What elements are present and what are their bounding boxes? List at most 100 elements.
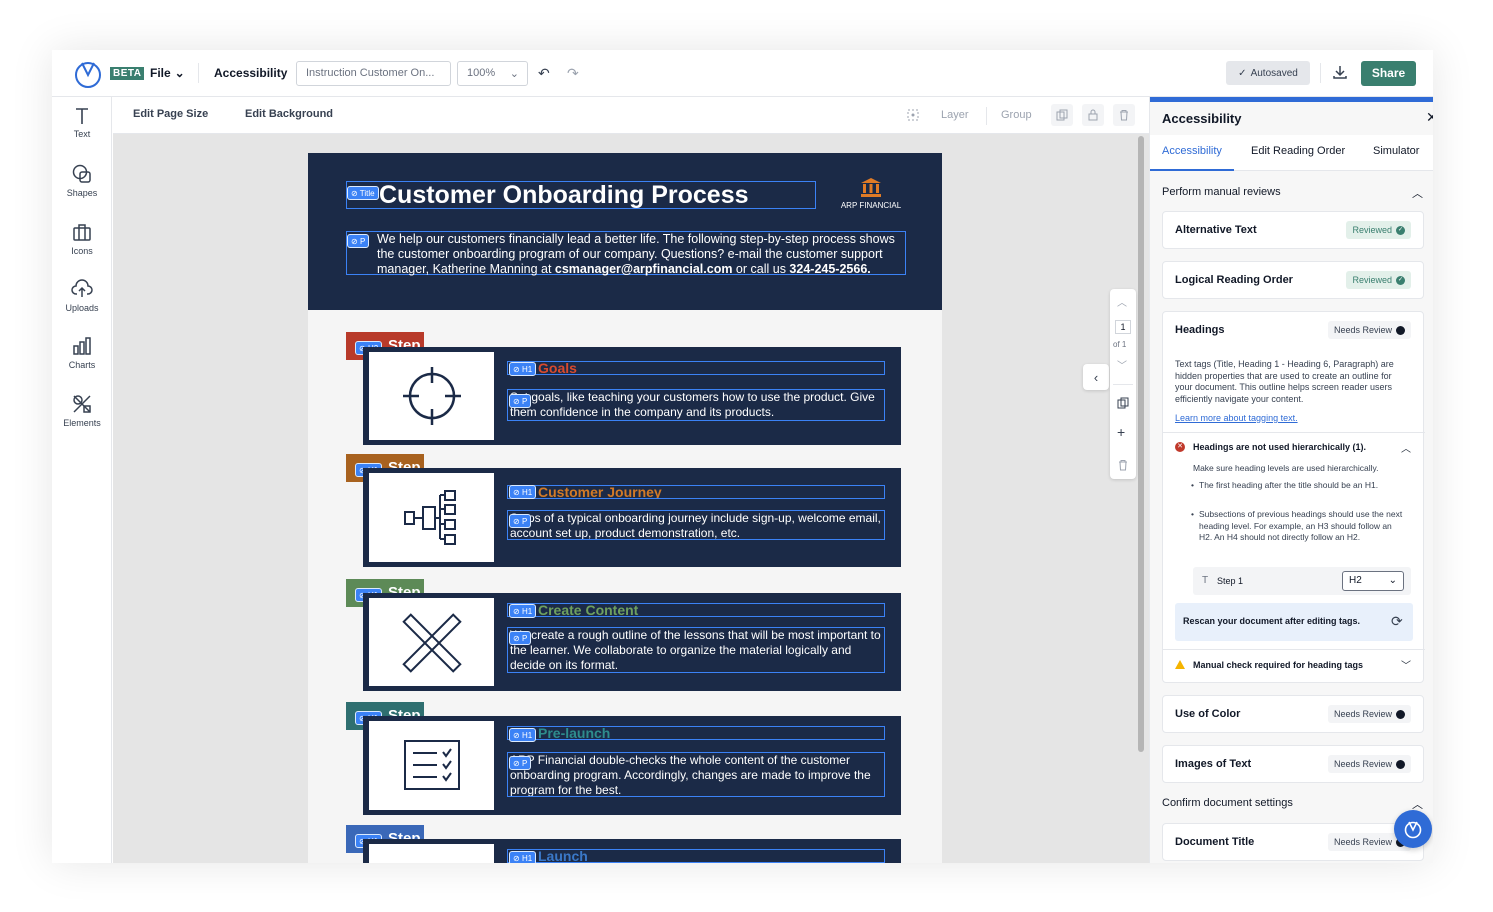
step-heading[interactable]: Create Content [507, 603, 885, 617]
heading-rule-2: Subsections of previous headings should … [1191, 509, 1407, 544]
tab-accessibility[interactable]: Accessibility [1162, 145, 1222, 157]
step-card: Customer Journey Steps of a typical onbo… [363, 468, 901, 567]
canvas-scrollbar[interactable] [1138, 136, 1144, 752]
add-page-icon[interactable]: + [1117, 424, 1125, 440]
layer-button[interactable]: Layer [941, 109, 969, 121]
step-text[interactable]: Set goals, like teaching your customers … [507, 389, 885, 421]
chevron-up-icon[interactable]: ︿ [1412, 185, 1423, 201]
accessibility-menu[interactable]: Accessibility [214, 66, 287, 80]
step-text[interactable]: We create a rough outline of the lessons… [507, 627, 885, 673]
download-icon[interactable] [1332, 64, 1348, 80]
step-image[interactable] [369, 721, 494, 810]
step-image[interactable] [369, 598, 494, 686]
trash-icon[interactable] [1113, 104, 1135, 126]
heading-tag[interactable]: ⊘ H1 [509, 485, 537, 499]
document-intro[interactable]: We help our customers financially lead a… [346, 231, 906, 276]
collapse-panel-button[interactable]: ‹ [1083, 364, 1109, 390]
document-title[interactable]: Customer Onboarding Process [346, 181, 816, 209]
document-name-input[interactable]: Instruction Customer On... [296, 61, 451, 86]
step-heading[interactable]: Launch [507, 849, 885, 863]
share-button[interactable]: Share [1361, 61, 1416, 86]
duplicate-icon[interactable] [1051, 104, 1073, 126]
redo-icon[interactable]: ↷ [567, 65, 579, 82]
ruler-pencil-icon [401, 613, 462, 673]
active-tab-indicator [1150, 169, 1234, 171]
heading-warning-title[interactable]: Manual check required for heading tags [1193, 660, 1363, 670]
tab-edit-reading-order[interactable]: Edit Reading Order [1251, 145, 1345, 157]
step-image[interactable] [369, 352, 494, 440]
document-page[interactable]: Customer Onboarding Process ⊘ Title We h… [308, 153, 942, 863]
card-title: Use of Color [1175, 708, 1241, 720]
paragraph-tag[interactable]: ⊘ P [509, 394, 532, 408]
document-title-card[interactable]: Document Title Needs Review [1162, 823, 1424, 861]
paragraph-tag[interactable]: ⊘ P [509, 514, 532, 528]
chevron-down-icon: ⌄ [174, 66, 185, 80]
confirm-settings-section[interactable]: Confirm document settings [1162, 797, 1293, 809]
edit-background-button[interactable]: Edit Background [245, 108, 333, 120]
duplicate-page-icon[interactable] [1117, 397, 1129, 409]
zoom-select[interactable]: 100% ⌄ [457, 61, 528, 86]
status-label: Reviewed [1352, 275, 1392, 285]
learn-more-link[interactable]: Learn more about tagging text. [1175, 413, 1298, 423]
file-menu[interactable]: File ⌄ [150, 66, 185, 80]
heading-level-value: H2 [1349, 575, 1362, 586]
select-area-icon[interactable] [902, 104, 924, 126]
tool-charts[interactable]: Charts [52, 335, 112, 370]
heading-level-select[interactable]: H2 ⌄ [1342, 571, 1404, 591]
step-image[interactable] [369, 844, 494, 863]
heading-tag-row: T Step 1 H2 ⌄ [1193, 567, 1411, 595]
images-of-text-card[interactable]: Images of Text Needs Review [1162, 745, 1424, 783]
step-image[interactable] [369, 473, 494, 562]
status-label: Reviewed [1352, 225, 1392, 235]
heading-error-title[interactable]: Headings are not used hierarchically (1)… [1193, 442, 1366, 452]
chevron-up-icon[interactable]: ︿ [1401, 440, 1411, 455]
group-button[interactable]: Group [1001, 109, 1032, 121]
manual-reviews-section[interactable]: Perform manual reviews [1162, 186, 1281, 198]
tool-elements[interactable]: Elements [52, 393, 112, 428]
lock-icon[interactable] [1082, 104, 1104, 126]
help-fab-button[interactable] [1394, 810, 1432, 848]
status-label: Needs Review [1333, 837, 1392, 847]
upload-icon [71, 279, 93, 297]
delete-page-icon[interactable] [1117, 459, 1129, 471]
paragraph-tag[interactable]: ⊘ P [347, 234, 370, 248]
heading-tag[interactable]: ⊘ H1 [509, 851, 537, 863]
tool-text[interactable]: Text [52, 106, 112, 139]
tool-label: Shapes [66, 188, 98, 198]
title-tag[interactable]: ⊘ Title [347, 186, 379, 200]
heading-tag[interactable]: ⊘ H1 [509, 728, 537, 742]
undo-icon[interactable]: ↶ [538, 65, 550, 82]
tool-icons[interactable]: Icons [52, 221, 112, 256]
app-logo-icon[interactable] [74, 60, 102, 88]
refresh-icon[interactable]: ⟳ [1391, 613, 1403, 630]
close-icon[interactable]: ✕ [1426, 109, 1433, 126]
step-text[interactable]: Steps of a typical onboarding journey in… [507, 510, 885, 540]
brand-name: ARP FINANCIAL [840, 201, 902, 210]
page-number[interactable]: 1 [1115, 320, 1131, 334]
step-heading[interactable]: Customer Journey [507, 485, 885, 499]
paragraph-tag[interactable]: ⊘ P [509, 756, 532, 770]
tool-shapes[interactable]: Shapes [52, 163, 112, 198]
card-title[interactable]: Headings [1175, 324, 1225, 336]
step-heading[interactable]: Goals [507, 361, 885, 375]
divider [198, 63, 199, 83]
canvas-area[interactable]: Customer Onboarding Process ⊘ Title We h… [113, 134, 1149, 863]
reading-order-card[interactable]: Logical Reading Order Reviewed ✓ [1162, 261, 1424, 299]
use-of-color-card[interactable]: Use of Color Needs Review [1162, 695, 1424, 733]
chevron-up-icon[interactable]: ︿ [1117, 294, 1127, 309]
step-card: Create Content We create a rough outline… [363, 593, 901, 691]
step-text[interactable]: ARP Financial double-checks the whole co… [507, 752, 885, 797]
bank-icon [861, 178, 881, 197]
heading-tag[interactable]: ⊘ H1 [509, 604, 537, 618]
heading-tag[interactable]: ⊘ H1 [509, 362, 537, 376]
status-label: Needs Review [1333, 759, 1392, 769]
tab-simulator[interactable]: Simulator [1373, 145, 1419, 157]
paragraph-tag[interactable]: ⊘ P [509, 631, 532, 645]
alt-text-card[interactable]: Alternative Text Reviewed ✓ [1162, 211, 1424, 249]
edit-page-size-button[interactable]: Edit Page Size [133, 108, 208, 120]
chevron-down-icon[interactable]: ﹀ [1401, 657, 1411, 672]
panel-accent-bar [1150, 97, 1433, 102]
chevron-down-icon[interactable]: ﹀ [1117, 357, 1127, 372]
tool-uploads[interactable]: Uploads [52, 278, 112, 313]
step-heading[interactable]: Pre-launch [507, 726, 885, 740]
